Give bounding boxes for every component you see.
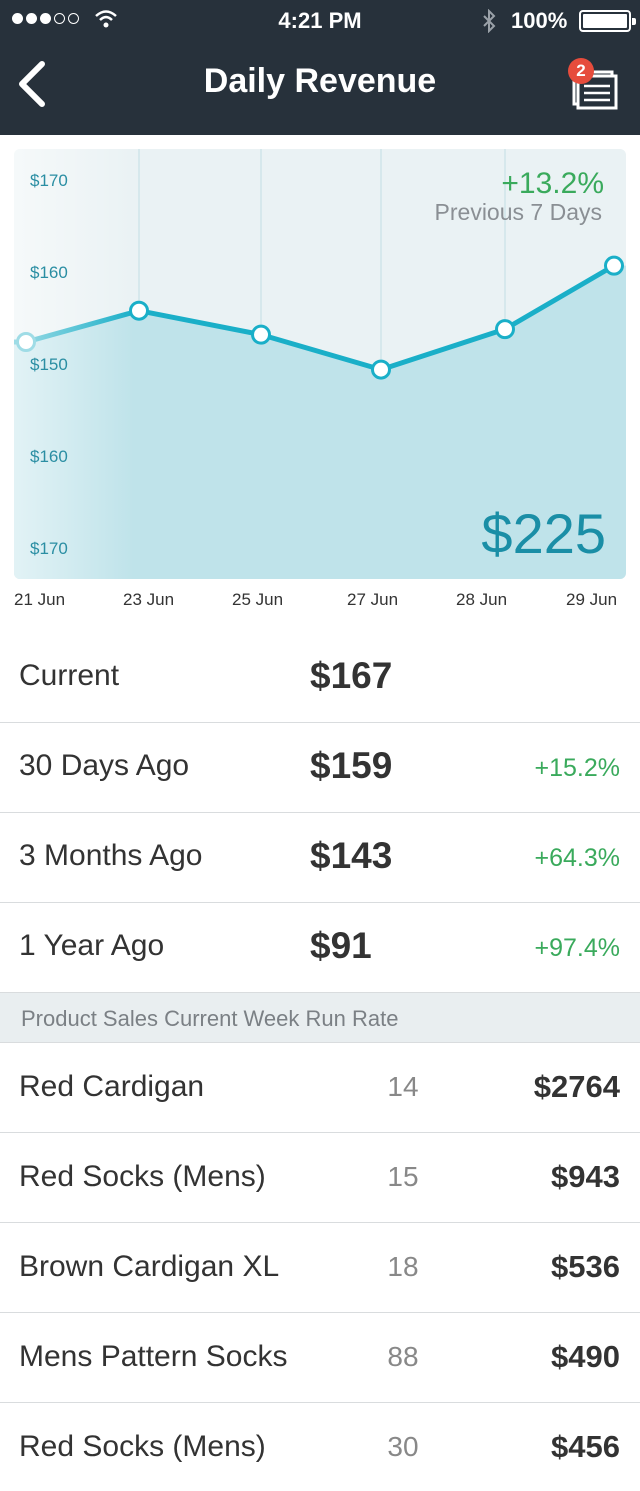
product-name: Brown Cardigan XL: [19, 1250, 280, 1283]
stat-label: 1 Year Ago: [19, 929, 165, 962]
x-tick-label: 21 Jun: [14, 590, 66, 609]
x-tick-label: 23 Jun: [123, 590, 175, 609]
product-row[interactable]: Red Socks (Mens) 30 $456: [0, 1403, 640, 1491]
product-amount: $456: [551, 1429, 620, 1464]
stat-label: Current: [19, 659, 120, 692]
product-name: Red Socks (Mens): [19, 1160, 266, 1193]
stat-row-1-year[interactable]: 1 Year Ago $91 +97.4%: [0, 903, 640, 993]
product-quantity: 15: [387, 1161, 419, 1192]
section-header: Product Sales Current Week Run Rate: [0, 993, 640, 1043]
stat-row-30-days[interactable]: 30 Days Ago $159 +15.2%: [0, 723, 640, 813]
x-tick-label: 25 Jun: [232, 590, 284, 609]
notification-badge: 2: [568, 58, 594, 84]
battery-percent: 100%: [511, 8, 568, 33]
chart-data-point[interactable]: [16, 332, 36, 352]
bluetooth-icon: [483, 9, 496, 33]
x-tick-label: 27 Jun: [347, 590, 399, 609]
chart-data-point[interactable]: [129, 300, 149, 321]
product-quantity: 88: [387, 1341, 419, 1372]
product-amount: $490: [551, 1339, 620, 1374]
change-period: Previous 7 Days: [434, 199, 602, 225]
y-tick-label: $170: [30, 539, 68, 558]
product-quantity: 18: [387, 1251, 419, 1282]
product-row[interactable]: Red Cardigan 14 $2764: [0, 1043, 640, 1133]
product-quantity: 14: [387, 1071, 419, 1102]
stat-change: +64.3%: [534, 844, 621, 872]
product-row[interactable]: Red Socks (Mens) 15 $943: [0, 1133, 640, 1223]
stat-value: $91: [310, 925, 372, 966]
product-name: Mens Pattern Socks: [19, 1340, 288, 1373]
page-title: Daily Revenue: [203, 62, 437, 100]
revenue-chart: $170 $160 $150 $160 $170 +13.2% Previous…: [14, 149, 626, 579]
product-row[interactable]: Mens Pattern Socks 88 $490: [0, 1313, 640, 1403]
header: 4:21 PM 100% Daily Revenue 2: [0, 0, 640, 135]
y-tick-label: $170: [30, 171, 68, 190]
chart-data-point[interactable]: [495, 319, 515, 340]
stat-label: 30 Days Ago: [19, 749, 190, 782]
y-tick-label: $150: [30, 355, 68, 374]
notifications-button[interactable]: 2: [560, 54, 628, 114]
stat-label: 3 Months Ago: [19, 839, 203, 872]
stat-value: $167: [310, 655, 393, 696]
product-quantity: 30: [387, 1431, 419, 1462]
big-revenue-value: $225: [481, 502, 606, 565]
x-tick-label: 29 Jun: [566, 590, 618, 609]
product-amount: $536: [551, 1249, 620, 1284]
y-tick-label: $160: [30, 447, 68, 466]
product-name: Red Socks (Mens): [19, 1430, 266, 1463]
battery-icon: [579, 10, 636, 32]
product-row[interactable]: Brown Cardigan XL 18 $536: [0, 1223, 640, 1313]
stat-value: $143: [310, 835, 393, 876]
chart-data-point[interactable]: [371, 359, 391, 380]
section-header-label: Product Sales Current Week Run Rate: [21, 1006, 399, 1031]
stat-row-current[interactable]: Current $167: [0, 633, 640, 723]
chart-data-point[interactable]: [251, 324, 271, 345]
status-bar: 4:21 PM 100%: [0, 0, 640, 40]
product-amount: $943: [551, 1159, 620, 1194]
x-tick-label: 28 Jun: [456, 590, 508, 609]
product-name: Red Cardigan: [19, 1070, 205, 1103]
stat-change: +97.4%: [534, 934, 621, 962]
product-amount: $2764: [533, 1069, 620, 1104]
stat-change: +15.2%: [534, 754, 621, 782]
y-tick-label: $160: [30, 263, 68, 282]
chart-data-point[interactable]: [604, 255, 624, 276]
stat-row-3-months[interactable]: 3 Months Ago $143 +64.3%: [0, 813, 640, 903]
stat-value: $159: [310, 745, 393, 786]
change-percent: +13.2%: [501, 167, 604, 200]
